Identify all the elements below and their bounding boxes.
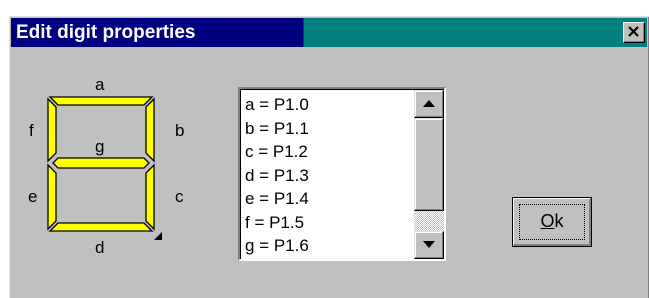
list-item[interactable]: d = P1.3 bbox=[245, 164, 415, 188]
list-item[interactable]: g = P1.6 bbox=[245, 234, 415, 258]
list-item[interactable]: a = P1.0 bbox=[245, 93, 415, 117]
triangle-down-icon bbox=[423, 241, 435, 248]
segment-g[interactable] bbox=[52, 157, 150, 169]
close-button[interactable] bbox=[623, 22, 645, 43]
list-item[interactable]: e = P1.4 bbox=[245, 187, 415, 211]
segment-label-c: c bbox=[175, 187, 184, 206]
scroll-up-button[interactable] bbox=[414, 90, 444, 118]
decimal-point[interactable] bbox=[154, 232, 162, 240]
segment-label-e: e bbox=[28, 187, 38, 206]
segment-e[interactable] bbox=[47, 163, 57, 231]
scroll-thumb[interactable] bbox=[414, 118, 444, 211]
seven-segment-display bbox=[47, 96, 162, 240]
dialog-title: Edit digit properties bbox=[16, 22, 196, 43]
list-item[interactable]: b = P1.1 bbox=[245, 117, 415, 141]
segment-label-a: a bbox=[95, 75, 105, 94]
pin-assignment-list[interactable]: a = P1.0 b = P1.1 c = P1.2 d = P1.3 e = P1.4… bbox=[238, 87, 446, 261]
segment-c[interactable] bbox=[145, 163, 155, 231]
scroll-track[interactable] bbox=[414, 211, 444, 232]
vertical-scrollbar[interactable] bbox=[414, 90, 444, 259]
segment-b[interactable] bbox=[145, 97, 155, 163]
ok-button-label: Ok bbox=[540, 211, 564, 231]
segment-label-f: f bbox=[29, 121, 34, 140]
triangle-up-icon bbox=[423, 100, 435, 107]
edit-digit-dialog: Edit digit properties a b c d e f g a = … bbox=[9, 16, 649, 298]
pin-list-items: a = P1.0 b = P1.1 c = P1.2 d = P1.3 e = P1.4… bbox=[245, 93, 415, 259]
list-item[interactable]: f = P1.5 bbox=[245, 211, 415, 235]
title-bar[interactable]: Edit digit properties bbox=[11, 18, 647, 47]
scroll-down-button[interactable] bbox=[414, 231, 444, 259]
close-icon bbox=[628, 26, 639, 37]
segment-d[interactable] bbox=[48, 222, 154, 232]
segment-label-b: b bbox=[175, 121, 185, 140]
segment-f[interactable] bbox=[47, 97, 57, 163]
ok-button[interactable]: Ok bbox=[512, 197, 592, 247]
segment-a[interactable] bbox=[48, 96, 154, 106]
list-item[interactable]: c = P1.2 bbox=[245, 140, 415, 164]
